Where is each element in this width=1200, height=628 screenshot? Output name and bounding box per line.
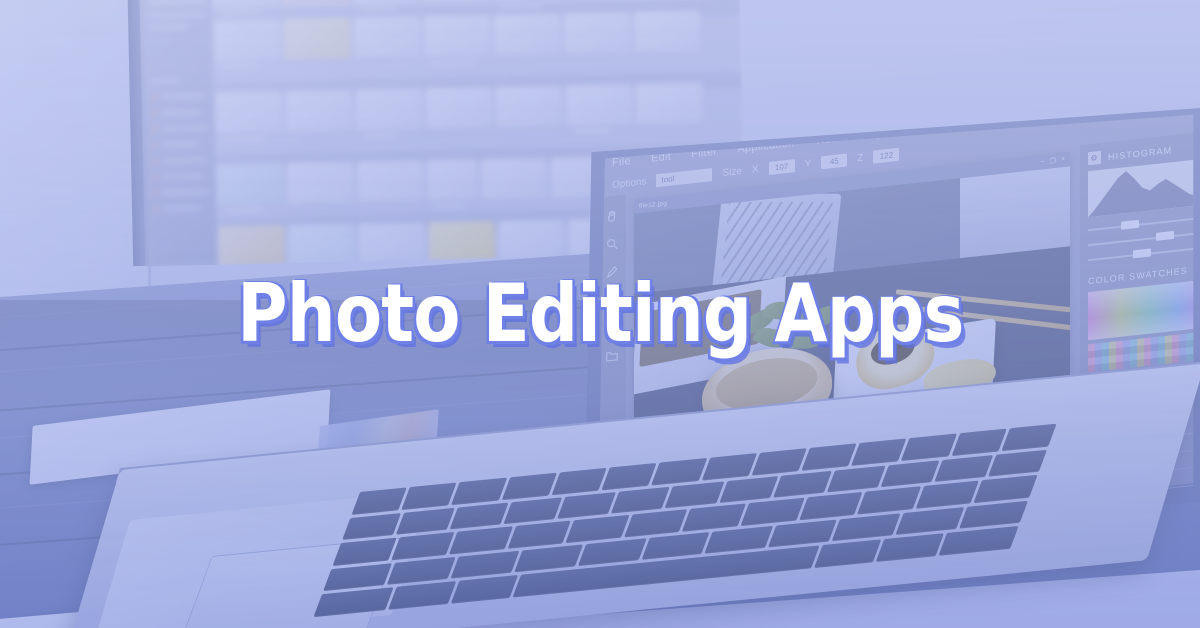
size-label: Size — [722, 165, 742, 179]
magnifier-icon[interactable] — [604, 235, 620, 253]
adjust-icon: ⚙ — [1088, 150, 1101, 166]
color-swatch-icon[interactable] — [604, 319, 620, 337]
document-filename: file12.jpg — [639, 199, 668, 210]
photo-scene: – ❐ × File Edit Filter Application View — [0, 0, 1200, 628]
histogram-graph — [1088, 158, 1194, 218]
document-close-icon[interactable]: × — [1061, 156, 1065, 164]
axis-y-label: Y — [804, 157, 812, 170]
options-dropdown[interactable]: tool — [656, 167, 713, 187]
axis-y-input[interactable]: 45 — [821, 152, 848, 169]
histogram-panel-title: HISTOGRAM — [1108, 144, 1173, 162]
profile-label: Profile — [1109, 108, 1137, 113]
document-minimize-icon[interactable]: – — [1041, 158, 1045, 166]
axis-x-input[interactable]: 107 — [768, 158, 795, 175]
hand-icon[interactable] — [604, 207, 620, 225]
laptop: – ❐ × File Edit Filter Application View — [0, 0, 1200, 628]
document-window-controls[interactable]: – ❐ × — [1041, 156, 1065, 167]
options-label: Options — [612, 175, 647, 191]
axis-x-label: X — [751, 163, 759, 176]
folder-icon[interactable] — [604, 347, 620, 365]
axis-z-input[interactable]: 122 — [873, 147, 900, 164]
axis-z-label: Z — [857, 152, 864, 164]
rectangle-icon[interactable] — [604, 291, 620, 309]
document-restore-icon[interactable]: ❐ — [1050, 157, 1056, 166]
pencil-icon[interactable] — [604, 263, 620, 281]
banner-image: – ❐ × File Edit Filter Application View — [0, 0, 1200, 628]
color-gradient-field[interactable] — [1088, 279, 1194, 341]
